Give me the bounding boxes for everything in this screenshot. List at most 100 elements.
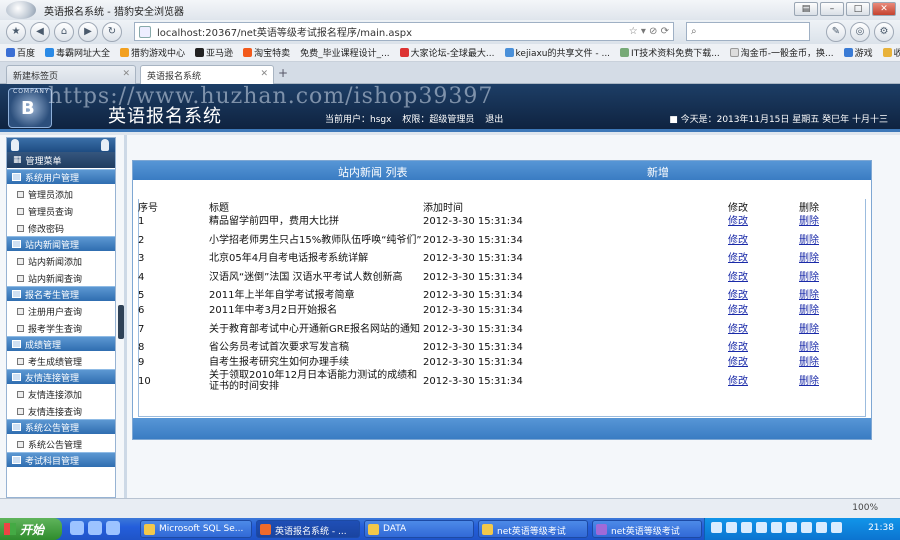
back-icon[interactable]: ◀ <box>30 22 50 42</box>
edit-link[interactable]: 修改 <box>728 376 748 387</box>
sidebar-item-change-password[interactable]: 修改密码 <box>7 218 115 235</box>
menu-button[interactable]: ▤ <box>794 2 818 16</box>
sidebar-group-header[interactable]: 成绩管理 <box>7 336 115 351</box>
tab-new[interactable]: 新建标签页 ✕ <box>6 65 136 84</box>
tray-icon[interactable] <box>741 522 752 533</box>
edit-link[interactable]: 修改 <box>728 235 748 246</box>
browser-title-bar: 英语报名系统 - 猎豹安全浏览器 ▤ – □ ✕ <box>0 0 900 20</box>
bookmark-item[interactable]: 百度 <box>6 46 35 59</box>
media-quick-icon[interactable] <box>106 521 120 535</box>
bookmark-item[interactable]: 免费_毕业课程设计_... <box>300 46 390 59</box>
tray-icon[interactable] <box>801 522 812 533</box>
sidebar-group-header[interactable]: 报名考生管理 <box>7 286 115 301</box>
start-button[interactable]: 开始 <box>0 518 62 540</box>
delete-link[interactable]: 删除 <box>799 272 819 283</box>
home-icon[interactable]: ⌂ <box>54 22 74 42</box>
row-time: 2012-3-30 15:31:34 <box>423 290 523 301</box>
sidebar-item-link-query[interactable]: 友情连接查询 <box>7 401 115 418</box>
extension-icon[interactable]: ✎ <box>826 22 846 42</box>
tray-icon[interactable] <box>786 522 797 533</box>
address-actions[interactable]: ☆ ▾ ⊘ ⟳ <box>629 26 669 37</box>
row-title: 汉语风“迷倒”法国 汉语水平考试人数创新高 <box>209 271 403 283</box>
bookmark-item[interactable]: 亚马逊 <box>195 46 233 59</box>
sidebar-group-header[interactable]: 站内新闻管理 <box>7 236 115 251</box>
logout-link[interactable]: 退出 <box>485 115 503 125</box>
close-tab-icon[interactable]: ✕ <box>260 69 268 79</box>
bookmark-item[interactable]: 大家论坛-全球最大... <box>399 46 495 59</box>
address-bar[interactable]: localhost:20367/net英语等级考试报名程序/main.aspx … <box>134 22 674 41</box>
sidebar-group-header[interactable]: 考试科目管理 <box>7 452 115 467</box>
sidebar-item-news-add[interactable]: 站内新闻添加 <box>7 251 115 268</box>
close-button[interactable]: ✕ <box>872 2 896 16</box>
taskbar-item-data[interactable]: DATA <box>364 520 474 538</box>
bookmark-item[interactable]: 游戏 <box>843 46 873 59</box>
add-news-button[interactable]: 新增 <box>647 164 669 180</box>
bookmark-item[interactable]: 淘金币-一骰金币，换... <box>729 46 834 59</box>
site-header: COMPANY B 英语报名系统 当前用户：hsgx 权限：超级管理员 退出 ■… <box>0 84 900 132</box>
tray-icon[interactable] <box>816 522 827 533</box>
close-tab-icon[interactable]: ✕ <box>122 69 130 79</box>
delete-link[interactable]: 删除 <box>799 235 819 246</box>
taskbar-item-browser[interactable]: 英语报名系统 - ... <box>256 520 360 538</box>
tray-icon[interactable] <box>771 522 782 533</box>
tab-active[interactable]: 英语报名系统 ✕ <box>140 65 274 84</box>
bookmark-item[interactable]: 淘宝特卖 <box>243 46 290 59</box>
forward-icon[interactable]: ▶ <box>78 22 98 42</box>
delete-link[interactable]: 删除 <box>799 253 819 264</box>
tray-icon[interactable] <box>726 522 737 533</box>
minimize-button[interactable]: – <box>820 2 844 16</box>
tray-icon[interactable] <box>711 522 722 533</box>
sidebar: ▦ 管理菜单 系统用户管理 管理员添加 管理员查询 修改密码 站内新闻管理 站内新… <box>6 137 116 498</box>
edit-link[interactable]: 修改 <box>728 253 748 264</box>
sidebar-item-link-add[interactable]: 友情连接添加 <box>7 384 115 401</box>
edit-link[interactable]: 修改 <box>728 216 748 227</box>
new-tab-icon[interactable]: + <box>278 66 288 80</box>
sidebar-top <box>7 138 115 152</box>
bookmark-item[interactable]: 毒霸网址大全 <box>45 46 110 59</box>
maximize-button[interactable]: □ <box>846 2 870 16</box>
edit-link[interactable]: 修改 <box>728 324 748 335</box>
edit-link[interactable]: 修改 <box>728 290 748 301</box>
taskbar-item-folder[interactable]: net英语等级考试 <box>478 520 588 538</box>
zoom-level[interactable]: 100% <box>852 503 878 513</box>
settings-icon[interactable]: ⚙ <box>874 22 894 42</box>
sidebar-item-announcements[interactable]: 系统公告管理 <box>7 434 115 451</box>
date-display: ■ 今天是：2013年11月15日 星期五 癸巳年 十月十三 <box>669 115 888 125</box>
star-icon[interactable]: ★ <box>6 22 26 42</box>
sidebar-group-header[interactable]: 系统用户管理 <box>7 169 115 184</box>
search-input[interactable]: ⌕ <box>686 22 810 41</box>
delete-link[interactable]: 删除 <box>799 216 819 227</box>
bookmark-item[interactable]: 猎豹游戏中心 <box>120 46 185 59</box>
delete-link[interactable]: 删除 <box>799 357 819 368</box>
bookmark-item[interactable]: kejiaxu的共享文件 - ... <box>504 46 610 59</box>
delete-link[interactable]: 删除 <box>799 376 819 387</box>
edit-link[interactable]: 修改 <box>728 342 748 353</box>
delete-link[interactable]: 删除 <box>799 305 819 316</box>
delete-link[interactable]: 删除 <box>799 290 819 301</box>
edit-link[interactable]: 修改 <box>728 272 748 283</box>
bookmark-item[interactable]: 收藏 <box>882 46 900 59</box>
browser-quick-icon[interactable] <box>70 521 84 535</box>
taskbar-item-project[interactable]: net英语等级考试 <box>592 520 702 538</box>
tray-icon[interactable] <box>831 522 842 533</box>
sidebar-item-user-query[interactable]: 注册用户查询 <box>7 301 115 318</box>
sidebar-item-scores[interactable]: 考生成绩管理 <box>7 351 115 368</box>
sidebar-group-header[interactable]: 系统公告管理 <box>7 419 115 434</box>
sidebar-item-admin-add[interactable]: 管理员添加 <box>7 184 115 201</box>
delete-link[interactable]: 删除 <box>799 342 819 353</box>
refresh-icon[interactable]: ↻ <box>102 22 122 42</box>
edit-link[interactable]: 修改 <box>728 357 748 368</box>
sidebar-item-student-query[interactable]: 报考学生查询 <box>7 318 115 335</box>
edit-link[interactable]: 修改 <box>728 305 748 316</box>
tray-icon[interactable] <box>756 522 767 533</box>
shield-icon[interactable]: ◎ <box>850 22 870 42</box>
sidebar-group-header[interactable]: 友情连接管理 <box>7 369 115 384</box>
bookmark-item[interactable]: IT技术资料免费下载... <box>620 46 720 59</box>
desktop-quick-icon[interactable] <box>88 521 102 535</box>
tab-strip: 新建标签页 ✕ 英语报名系统 ✕ + <box>0 62 900 84</box>
delete-link[interactable]: 删除 <box>799 324 819 335</box>
sidebar-group: 成绩管理 考生成绩管理 <box>7 336 115 368</box>
sidebar-item-news-query[interactable]: 站内新闻查询 <box>7 268 115 285</box>
sidebar-item-admin-query[interactable]: 管理员查询 <box>7 201 115 218</box>
taskbar-item-sql[interactable]: Microsoft SQL Se... <box>140 520 252 538</box>
